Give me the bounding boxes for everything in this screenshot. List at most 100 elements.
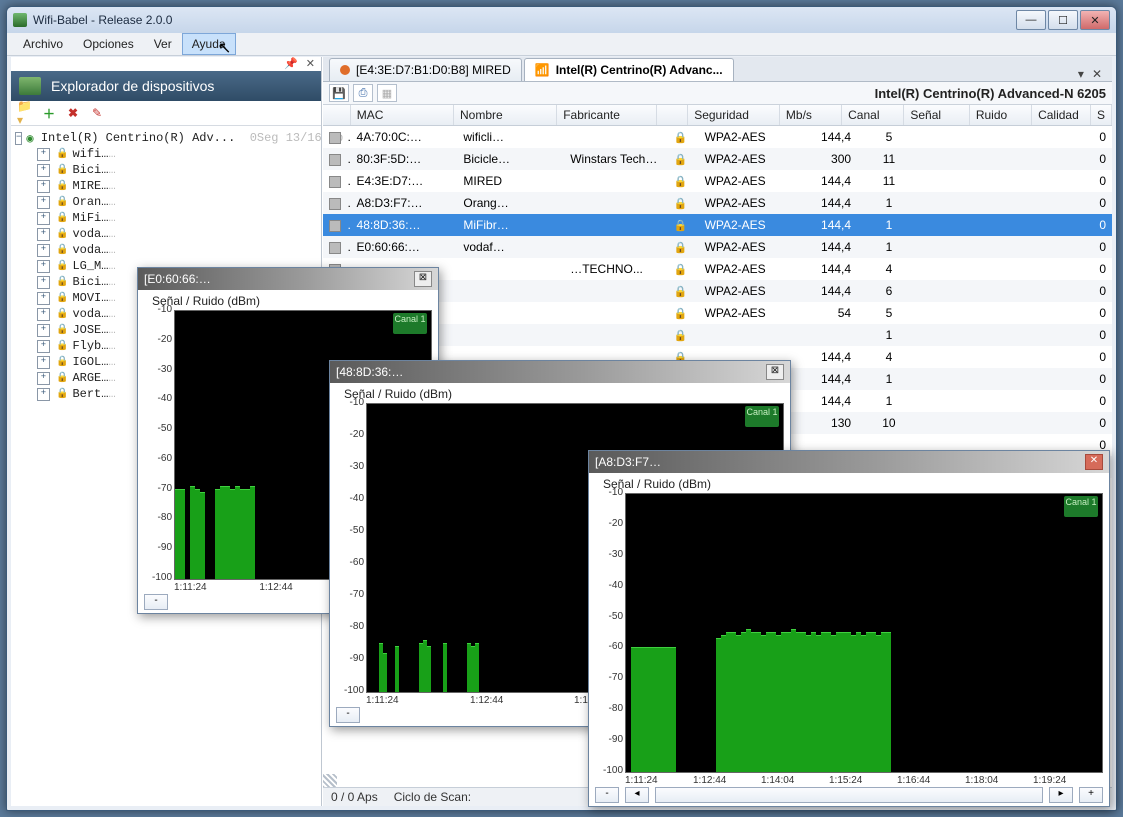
cell-mbs: 144,4 xyxy=(793,284,857,298)
cell-canal: 10 xyxy=(857,416,921,430)
folder-icon[interactable]: 📁▾ xyxy=(17,105,33,121)
save-icon[interactable]: 💾 xyxy=(329,84,349,102)
table-row[interactable]: 4A:70:0C:…wificli…🔒WPA2-AES144,450 xyxy=(323,126,1112,148)
tab-close-icon[interactable]: ✕ xyxy=(1088,67,1106,81)
chart-window-3[interactable]: [A8:D3:F7…✕ Señal / Ruido (dBm) Canal 1 … xyxy=(588,450,1110,807)
collapse-icon[interactable]: − xyxy=(15,132,22,145)
expand-icon[interactable]: + xyxy=(37,164,50,177)
table-row[interactable]: E0:60:66:…vodaf…🔒WPA2-AES144,410 xyxy=(323,236,1112,258)
menu-ayuda[interactable]: Ayuda xyxy=(182,33,236,55)
col-lock[interactable] xyxy=(657,105,688,125)
lock-icon: 🔒 xyxy=(674,308,688,320)
explorer-title: Explorador de dispositivos xyxy=(51,78,214,94)
close-button[interactable]: ✕ xyxy=(1080,10,1110,30)
edit-icon[interactable]: ✎ xyxy=(89,105,105,121)
lock-icon: 🔒 xyxy=(56,228,68,240)
table-row[interactable]: 🔒10 xyxy=(323,324,1112,346)
chart3-scroll-left-icon[interactable]: ◂ xyxy=(625,787,649,803)
expand-icon[interactable]: + xyxy=(37,356,50,369)
maximize-button[interactable]: ☐ xyxy=(1048,10,1078,30)
col-seguridad[interactable]: Seguridad xyxy=(688,105,780,125)
expand-icon[interactable]: + xyxy=(37,228,50,241)
expand-icon[interactable]: + xyxy=(37,276,50,289)
expand-icon[interactable]: + xyxy=(37,324,50,337)
chart1-minus-button[interactable]: - xyxy=(144,594,168,610)
expand-icon[interactable]: + xyxy=(37,180,50,193)
expand-icon[interactable]: + xyxy=(37,340,50,353)
y-tick-label: -90 xyxy=(336,653,364,664)
menu-opciones[interactable]: Opciones xyxy=(73,33,144,55)
chart2-titlebar[interactable]: [48:8D:36:…⊠ xyxy=(330,361,790,383)
tree-item[interactable]: +🔒voda…… xyxy=(15,226,317,242)
chart3-close-icon[interactable]: ✕ xyxy=(1085,454,1103,470)
table-row[interactable]: 48:8D:36:…MiFibr…🔒WPA2-AES144,410 xyxy=(323,214,1112,236)
pin-icon[interactable]: 📌 xyxy=(284,57,298,71)
tool-icon-3[interactable]: ▦ xyxy=(377,84,397,102)
table-row[interactable]: 🔒WPA2-AES5450 xyxy=(323,302,1112,324)
add-icon[interactable]: ＋ xyxy=(41,105,57,121)
cell-mbs: 300 xyxy=(793,152,857,166)
table-row[interactable]: …TECHNO...🔒WPA2-AES144,440 xyxy=(323,258,1112,280)
tool-icon-2[interactable]: ⎙ xyxy=(353,84,373,102)
expand-icon[interactable]: + xyxy=(37,148,50,161)
table-row[interactable]: 🔒WPA2-AES144,460 xyxy=(323,280,1112,302)
col-canal[interactable]: Canal xyxy=(842,105,904,125)
col-mbs[interactable]: Mb/s xyxy=(780,105,842,125)
expand-icon[interactable]: + xyxy=(37,244,50,257)
chart3-plus-button[interactable]: + xyxy=(1079,787,1103,803)
col-ruido[interactable]: Ruido xyxy=(970,105,1032,125)
col-senal[interactable]: Señal xyxy=(904,105,969,125)
expand-icon[interactable]: + xyxy=(37,260,50,273)
chart1-close-icon[interactable]: ⊠ xyxy=(414,271,432,287)
chart2-minus-button[interactable]: - xyxy=(336,707,360,723)
table-header[interactable]: MAC Nombre Fabricante Seguridad Mb/s Can… xyxy=(323,105,1112,126)
col-mac[interactable]: MAC xyxy=(351,105,454,125)
lock-icon: 🔒 xyxy=(56,244,68,256)
explorer-toolbar: 📁▾ ＋ ✖ ✎ xyxy=(11,101,321,126)
delete-icon[interactable]: ✖ xyxy=(65,105,81,121)
table-row[interactable]: 80:3F:5D:…Bicicle…Winstars Technol...🔒WP… xyxy=(323,148,1112,170)
cell-calidad: 0 xyxy=(1052,262,1112,276)
tree-item[interactable]: +🔒MIRE…… xyxy=(15,178,317,194)
expand-icon[interactable]: + xyxy=(37,308,50,321)
tree-item[interactable]: +🔒Bici…… xyxy=(15,162,317,178)
menu-ver[interactable]: Ver xyxy=(144,33,182,55)
tab-centrino[interactable]: 📶Intel(R) Centrino(R) Advanc... xyxy=(524,58,734,81)
tree-item[interactable]: +🔒wifi…… xyxy=(15,146,317,162)
col-calidad[interactable]: Calidad xyxy=(1032,105,1091,125)
chart3-titlebar[interactable]: [A8:D3:F7…✕ xyxy=(589,451,1109,473)
chart1-titlebar[interactable]: [E0:60:66:…⊠ xyxy=(138,268,438,290)
col-fabricante[interactable]: Fabricante xyxy=(557,105,657,125)
panel-close-icon[interactable]: ✕ xyxy=(306,57,315,71)
cell-lock: 🔒 xyxy=(668,262,699,276)
tree-item[interactable]: +🔒Oran…… xyxy=(15,194,317,210)
chart3-minus-button[interactable]: - xyxy=(595,787,619,803)
cell-seguridad: WPA2-AES xyxy=(699,130,794,144)
tab-mired[interactable]: [E4:3E:D7:B1:D0:B8] MIRED xyxy=(329,58,522,81)
tree-item-label: voda… xyxy=(72,307,108,321)
table-row[interactable]: A8:D3:F7:…Orang…🔒WPA2-AES144,410 xyxy=(323,192,1112,214)
cell-canal: 1 xyxy=(857,240,921,254)
menu-archivo[interactable]: Archivo xyxy=(13,33,73,55)
tab-dropdown-icon[interactable]: ▾ xyxy=(1074,67,1088,81)
cell-calidad: 0 xyxy=(1052,372,1112,386)
chart3-scroll-right-icon[interactable]: ▸ xyxy=(1049,787,1073,803)
adapter-name: Intel(R) Centrino(R) Adv... xyxy=(41,131,235,145)
tree-adapter-row[interactable]: − ◉ Intel(R) Centrino(R) Adv... 0Seg 13/… xyxy=(15,130,317,146)
expand-icon[interactable]: + xyxy=(37,372,50,385)
tree-item[interactable]: +🔒voda…… xyxy=(15,242,317,258)
minimize-button[interactable]: — xyxy=(1016,10,1046,30)
expand-icon[interactable]: + xyxy=(37,212,50,225)
signal-box-icon xyxy=(329,154,341,166)
expand-icon[interactable]: + xyxy=(37,196,50,209)
titlebar[interactable]: Wifi-Babel - Release 2.0.0 — ☐ ✕ xyxy=(7,7,1116,33)
expand-icon[interactable]: + xyxy=(37,388,50,401)
tree-item[interactable]: +🔒MiFi…… xyxy=(15,210,317,226)
table-row[interactable]: E4:3E:D7:…MIRED🔒WPA2-AES144,4110 xyxy=(323,170,1112,192)
resize-grip-icon[interactable] xyxy=(323,774,337,788)
cell-mbs: 144,4 xyxy=(793,394,857,408)
expand-icon[interactable]: + xyxy=(37,292,50,305)
chart2-close-icon[interactable]: ⊠ xyxy=(766,364,784,380)
chart3-scrollbar[interactable] xyxy=(655,787,1043,803)
col-nombre[interactable]: Nombre xyxy=(454,105,557,125)
